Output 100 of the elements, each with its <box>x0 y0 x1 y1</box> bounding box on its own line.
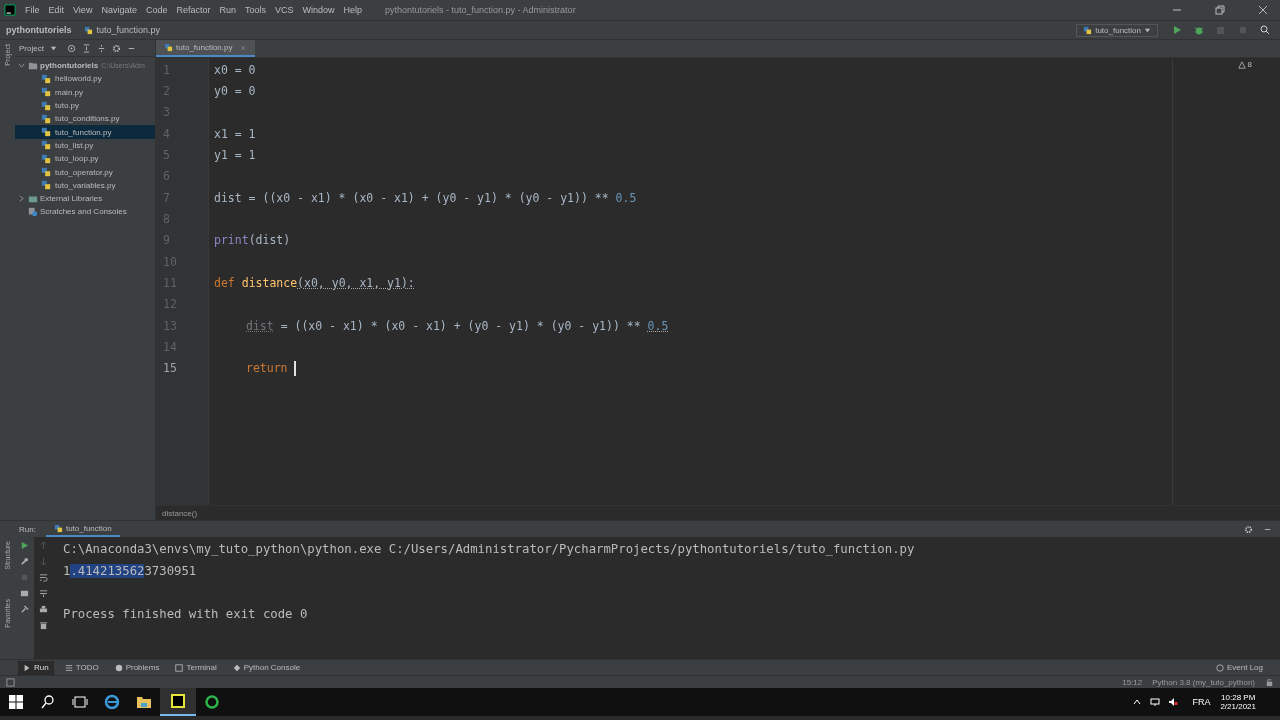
file-tree-item[interactable]: tuto_operator.py <box>55 167 113 177</box>
file-tree-item[interactable]: main.py <box>55 87 83 97</box>
code-breadcrumb[interactable]: distance() <box>162 508 198 518</box>
event-log-button[interactable]: Event Log <box>1210 660 1268 675</box>
lock-icon[interactable] <box>1265 677 1274 687</box>
menu-item[interactable]: Run <box>219 5 236 15</box>
caret-position[interactable]: 15:12 <box>1122 677 1143 687</box>
menu-item[interactable]: Window <box>302 5 335 15</box>
dot-icon <box>114 663 123 672</box>
file-tree-item[interactable]: tuto_variables.py <box>55 180 116 190</box>
code-line: y1 = 1 <box>214 148 256 163</box>
code-line: x0 = 0 <box>214 62 256 77</box>
diamond-icon <box>232 663 241 672</box>
wrap-icon[interactable] <box>39 573 48 582</box>
menu-item[interactable]: Refactor <box>176 5 211 15</box>
editor-tab[interactable]: tuto_function.py <box>156 40 256 57</box>
network-icon[interactable] <box>1150 697 1161 707</box>
python-file-icon <box>41 73 51 84</box>
menu-item[interactable]: Help <box>343 5 363 15</box>
tree-item[interactable]: pythontutoriels <box>40 61 99 71</box>
file-tree-item[interactable]: helloworld.py <box>55 74 102 84</box>
window-title: pythontutoriels - tuto_function.py - Administrator <box>385 5 576 15</box>
panel-title[interactable]: Project <box>19 43 44 53</box>
console-tab[interactable]: tuto_function <box>45 521 120 537</box>
close-icon[interactable] <box>1258 5 1268 15</box>
menu-item[interactable]: File <box>25 5 40 15</box>
clock-time[interactable]: 10:28 PM <box>1221 693 1256 702</box>
tool-window-tab[interactable]: Terminal <box>170 660 222 675</box>
folder-icon <box>28 60 38 71</box>
chevron-down-icon[interactable] <box>18 62 25 70</box>
expand-all-icon[interactable] <box>81 43 91 53</box>
python-file-icon <box>41 167 51 177</box>
restore-icon[interactable] <box>1215 5 1225 15</box>
bug-icon[interactable] <box>1194 25 1204 35</box>
code-line: return <box>246 361 289 376</box>
pin-icon[interactable] <box>20 605 29 614</box>
scratch-icon <box>28 206 38 217</box>
menu-item[interactable]: Tools <box>244 5 266 15</box>
layout-icon[interactable] <box>20 589 29 598</box>
code-line: dist = ((x0 - x1) * (x0 - x1) + (y0 - y1) * (y0 - y1)) ** 0.5 <box>214 190 637 205</box>
python-file-icon <box>41 140 51 151</box>
print-icon[interactable] <box>39 605 48 614</box>
python-file-icon <box>41 153 51 164</box>
breadcrumb-item[interactable]: tuto_function.py <box>96 25 161 35</box>
speaker-muted-icon[interactable] <box>1168 697 1179 707</box>
trash-icon[interactable] <box>39 621 48 630</box>
settings-icon[interactable] <box>111 43 121 53</box>
wrench-icon[interactable] <box>20 557 29 566</box>
run-icon[interactable] <box>1172 25 1182 35</box>
menu-item[interactable]: VCS <box>275 5 294 15</box>
file-tree-item[interactable]: tuto.py <box>55 101 79 111</box>
code-line: dist = ((x0 - x1) * (x0 - x1) + (y0 - y1) * (y0 - y1)) ** 0.5 <box>246 318 669 333</box>
scroll-end-icon[interactable] <box>39 589 48 598</box>
menu-item[interactable]: Navigate <box>101 5 137 15</box>
file-tree-item[interactable]: tuto_loop.py <box>55 154 99 164</box>
settings-icon[interactable] <box>1244 524 1253 534</box>
ide-app-icon[interactable] <box>170 693 186 709</box>
folder-icon[interactable] <box>136 694 152 710</box>
dropdown-caret-icon[interactable] <box>49 44 57 52</box>
file-tree-item[interactable]: tuto_conditions.py <box>55 114 120 124</box>
console-output-line: 1.4142135623730951 <box>63 563 197 578</box>
menu-item[interactable]: Edit <box>48 5 65 15</box>
search-icon[interactable] <box>40 694 56 710</box>
rerun-icon[interactable] <box>20 541 29 550</box>
file-tree-item[interactable]: tuto_list.py <box>55 140 94 150</box>
language-indicator[interactable]: FRA <box>1192 697 1211 707</box>
console-output-line: Process finished with exit code 0 <box>63 606 308 621</box>
tool-window-tab[interactable]: Python Console <box>227 660 306 675</box>
task-view-icon[interactable] <box>72 694 88 710</box>
tool-window-tab[interactable]: Run <box>18 660 54 675</box>
tree-item[interactable]: External Libraries <box>40 194 103 204</box>
windows-start-icon[interactable] <box>8 694 24 710</box>
ring-icon[interactable] <box>204 694 220 710</box>
clock-date[interactable]: 2/21/2021 <box>1220 702 1256 711</box>
interpreter-label[interactable]: Python 3.8 (my_tuto_python) <box>1152 677 1255 687</box>
python-file-icon <box>41 100 51 111</box>
search-icon[interactable] <box>1260 25 1270 35</box>
browser-icon[interactable] <box>104 694 120 710</box>
menu-item[interactable]: View <box>73 5 93 15</box>
code-line: print(dist) <box>214 233 291 248</box>
python-file-icon <box>41 113 51 124</box>
console-output-line: C:\Anaconda3\envs\my_tuto_python\python.exe C:/Users/Administrator/PycharmProjects/pythontutoriels/tuto_function.py <box>63 542 915 556</box>
tool-window-tab[interactable]: Problems <box>109 660 165 675</box>
dropdown-caret-icon <box>1144 26 1151 34</box>
python-file-icon <box>41 180 51 191</box>
chevron-up-icon[interactable] <box>1132 697 1143 707</box>
python-file-icon <box>41 87 51 98</box>
collapse-all-icon[interactable] <box>96 43 106 53</box>
app-logo-icon <box>4 4 16 16</box>
panel-label: Run: <box>19 524 36 534</box>
tree-item[interactable]: Scratches and Consoles <box>40 207 127 217</box>
chevron-right-icon[interactable] <box>18 195 25 203</box>
menu-item[interactable]: Code <box>145 5 168 15</box>
code-line: def distance(x0, y0, x1, y1): <box>214 276 415 291</box>
tool-window-tab[interactable]: TODO <box>59 660 104 675</box>
run-configuration-dropdown[interactable]: tuto_function <box>1076 23 1158 37</box>
target-icon[interactable] <box>66 43 76 53</box>
warning-count[interactable]: 8 <box>1237 60 1252 69</box>
python-file-icon <box>53 523 63 533</box>
breadcrumb-item[interactable]: pythontutoriels <box>6 25 72 35</box>
